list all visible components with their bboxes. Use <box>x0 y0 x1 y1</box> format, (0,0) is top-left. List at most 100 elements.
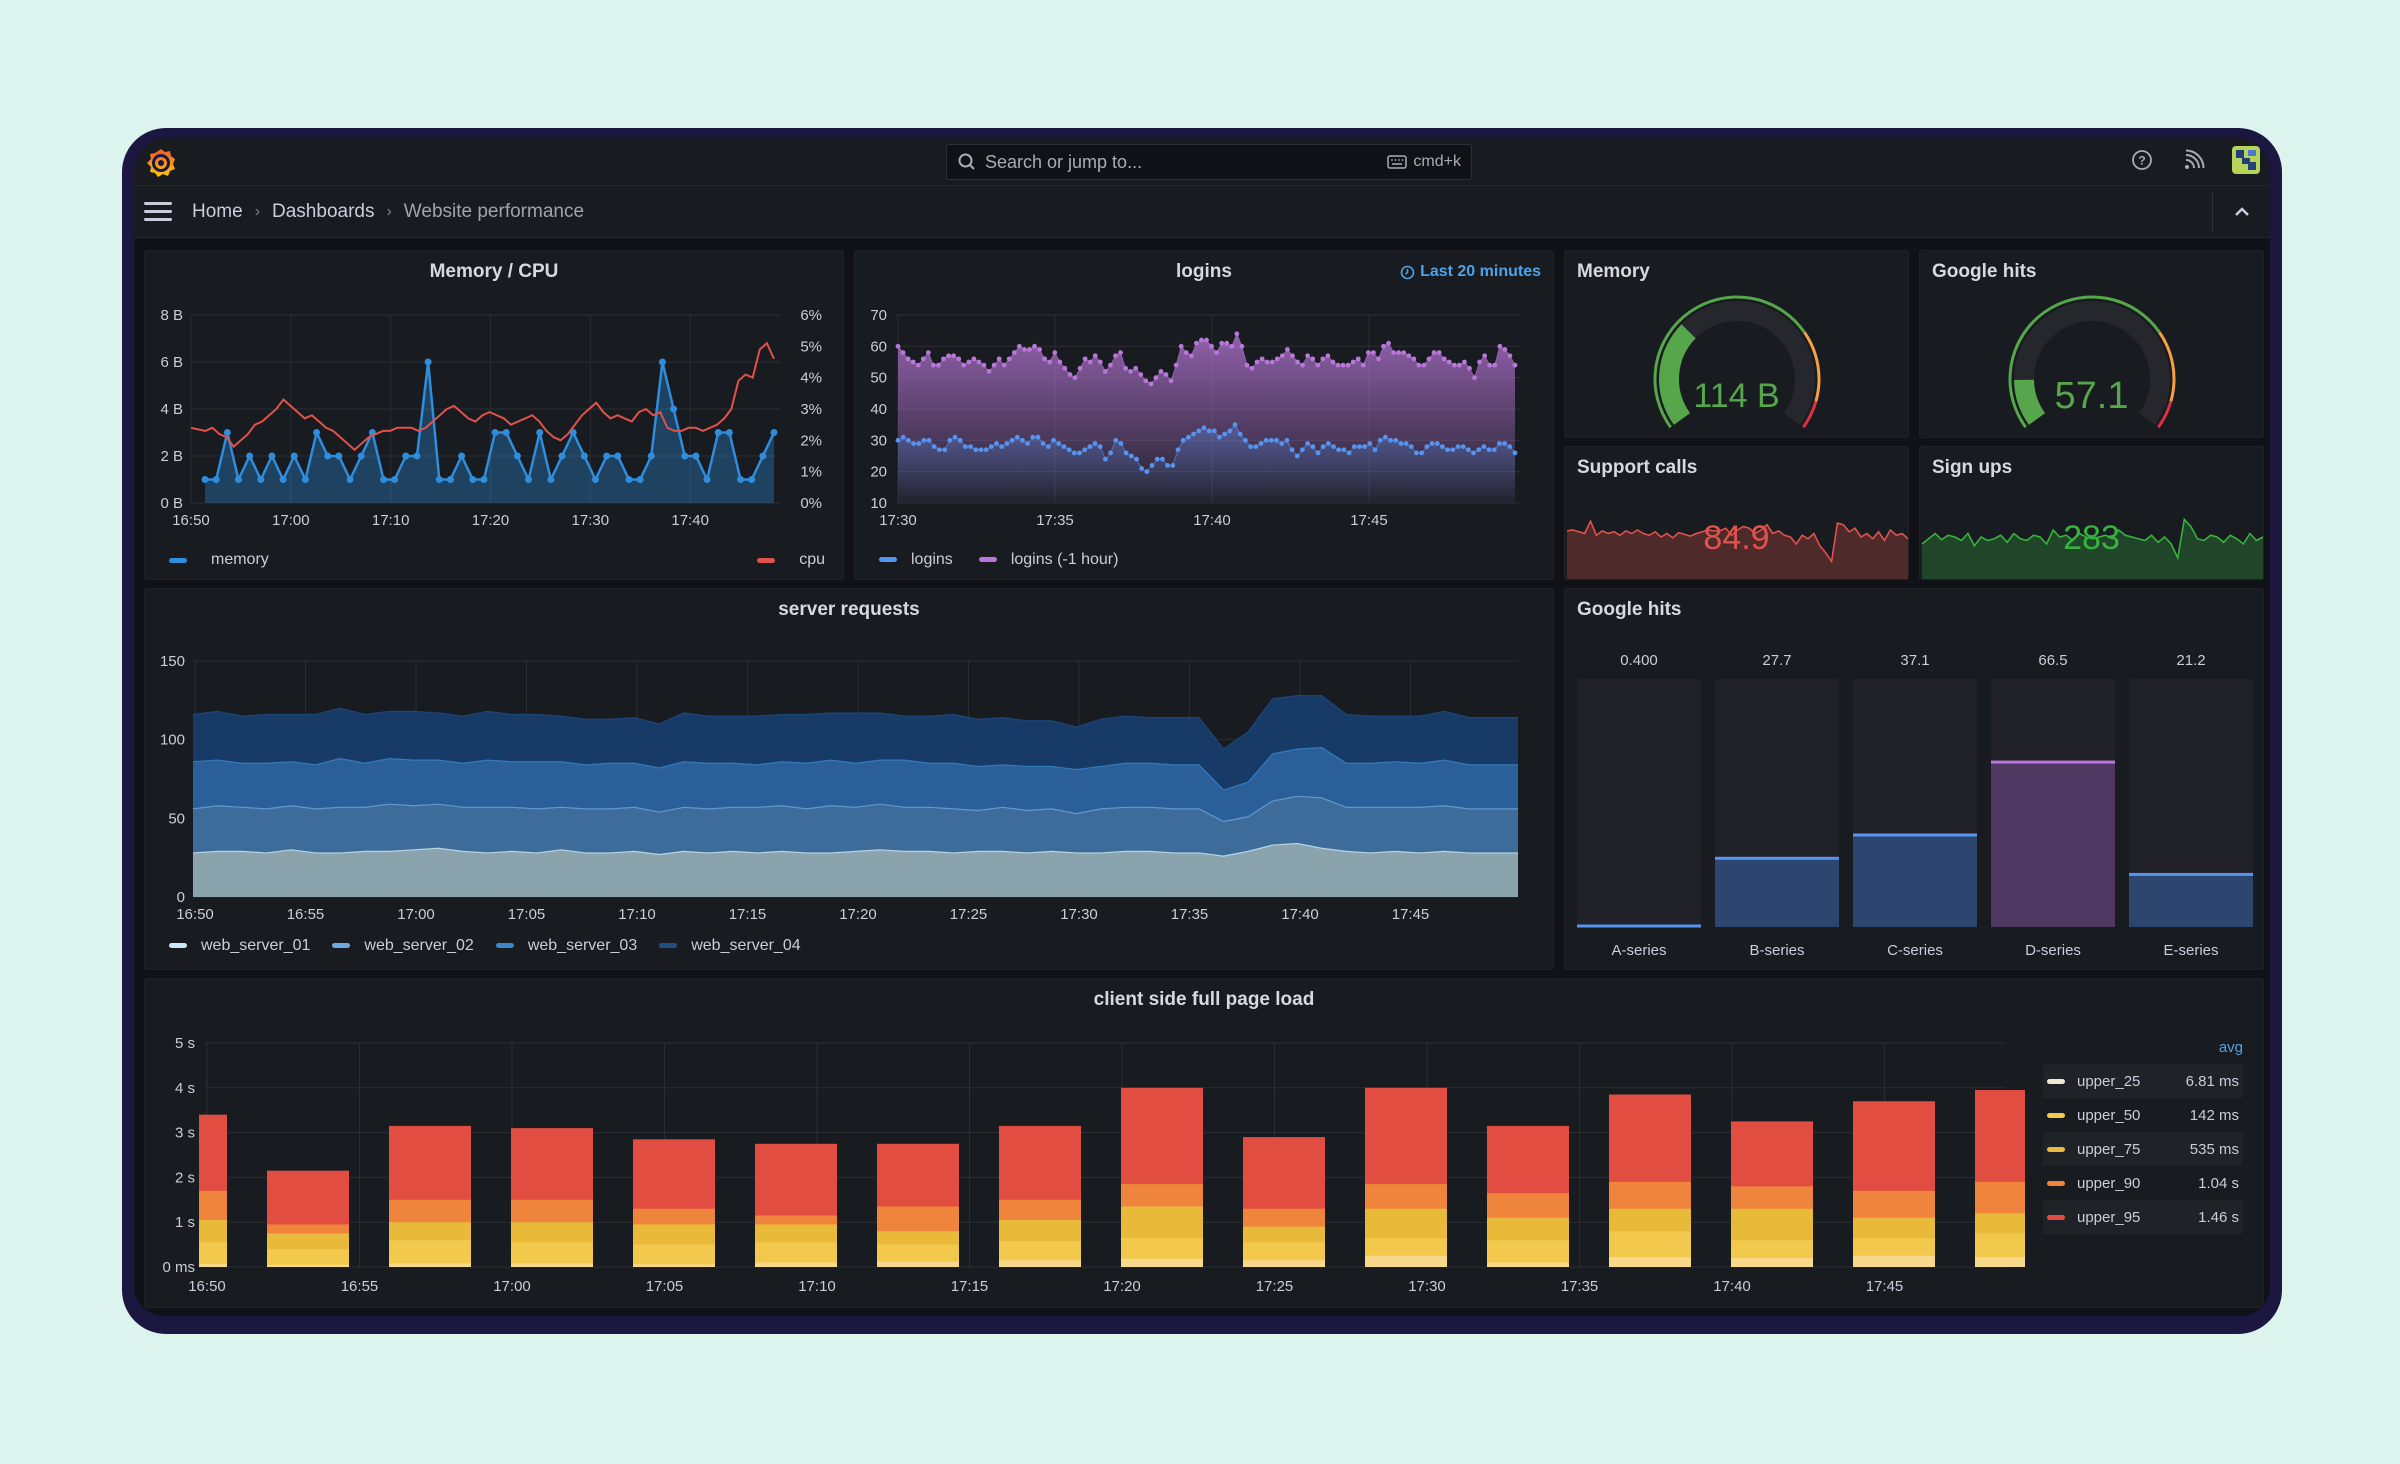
menu-icon[interactable] <box>144 198 172 226</box>
logins-1h-point <box>971 356 977 362</box>
panel-memory-gauge[interactable]: Memory 114 B <box>1564 250 1909 438</box>
upper_25-bar <box>267 1264 349 1267</box>
bar-cap <box>1991 760 2115 764</box>
legend-label: upper_75 <box>2077 1140 2141 1158</box>
logins-point <box>1087 444 1093 449</box>
logins-1h-point <box>1350 359 1356 365</box>
y-tick: 4 s <box>175 1080 195 1097</box>
logins-1h-point <box>1315 362 1321 368</box>
legend-row-upper-90[interactable]: upper_90 1.04 s <box>2043 1166 2243 1200</box>
logins-point <box>1128 453 1134 459</box>
legend-avg-value: 142 ms <box>2189 1106 2239 1124</box>
keyboard-icon <box>1387 155 1408 169</box>
y-tick: 20 <box>870 464 887 481</box>
legend-web-server-02[interactable]: web_server_02 <box>332 937 474 955</box>
logins-1h-point <box>1102 369 1108 374</box>
memory-point <box>681 452 689 460</box>
logins-1h-point <box>1310 356 1316 362</box>
logins-point <box>1341 447 1347 453</box>
logins-point <box>1434 441 1440 446</box>
help-icon[interactable]: ? <box>2128 146 2156 174</box>
memory-point <box>458 452 466 460</box>
logins-1h-point <box>1472 375 1477 381</box>
upper_25-bar <box>633 1264 715 1267</box>
panel-server-requests[interactable]: server requests 0 50 100 150 16:50 16:55 17:00… <box>144 588 1554 970</box>
y-tick: 100 <box>160 732 185 749</box>
logins-point <box>1481 444 1487 449</box>
news-feed-icon[interactable] <box>2180 146 2208 174</box>
y-tick: 1 s <box>175 1214 195 1231</box>
logins-1h-point <box>1462 359 1467 365</box>
y-tick: 40 <box>870 401 887 418</box>
legend-cpu[interactable]: cpu <box>757 551 825 569</box>
logins-1h-point <box>986 369 992 374</box>
logins-1h-point <box>895 343 901 349</box>
logins-point <box>968 444 973 449</box>
legend-logins-1h[interactable]: logins (-1 hour) <box>978 551 1118 569</box>
collapse-button[interactable] <box>2212 192 2270 232</box>
legend-row-upper-95[interactable]: upper_95 1.46 s <box>2043 1200 2243 1234</box>
bar-cap <box>1853 833 1977 837</box>
logins-point <box>1346 450 1352 456</box>
logins-1h-point <box>1108 362 1113 368</box>
logins-1h-point <box>1229 343 1235 349</box>
memory-point <box>591 476 599 483</box>
logins-point <box>957 437 963 443</box>
logins-point <box>921 437 927 443</box>
panel-google-hits-bars[interactable]: Google hits 0.400 A-series 27.7 B-series 37.… <box>1564 588 2264 970</box>
logins-1h-point <box>1178 343 1184 349</box>
logins-1h-point <box>1355 356 1361 362</box>
logins-point <box>1377 437 1383 443</box>
upper_25-bar <box>755 1262 837 1267</box>
panel-sign-ups[interactable]: Sign ups 283 <box>1919 446 2264 580</box>
logins-point <box>1382 434 1388 440</box>
logins-point <box>1139 466 1145 471</box>
logins-1h-point <box>956 356 962 362</box>
logins-point <box>1118 441 1124 446</box>
user-avatar-icon[interactable] <box>2232 146 2260 174</box>
panel-memory-cpu[interactable]: Memory / CPU 0 B2 B4 B6 B8 B 0% 1% 2% 3% 4% 5%… <box>144 250 844 580</box>
memory-point <box>502 429 510 436</box>
upper_25-bar <box>1853 1255 1935 1267</box>
logins-point <box>1497 441 1502 446</box>
legend-avg-header[interactable]: avg <box>2043 1039 2243 1056</box>
panel-support-calls[interactable]: Support calls 84.9 <box>1564 446 1909 580</box>
logins-point <box>1351 444 1357 449</box>
legend-row-upper-50[interactable]: upper_50 142 ms <box>2043 1098 2243 1132</box>
memory-point <box>558 452 566 460</box>
search-bar[interactable]: Search or jump to... cmd+k <box>946 144 1472 180</box>
logins-1h-point <box>1113 353 1118 359</box>
panel-page-load[interactable]: client side full page load 0 ms 1 s2 s3 s… <box>144 978 2264 1308</box>
logins-point <box>1222 431 1228 437</box>
bar-value: 37.1 <box>1900 652 1929 669</box>
panel-logins[interactable]: logins Last 20 minutes 10 20 30 40 50 60 70 17:… <box>854 250 1554 580</box>
legend-web-server-04[interactable]: web_server_04 <box>659 937 801 955</box>
bar-label: E-series <box>2163 942 2218 959</box>
logins-1h-point <box>1042 356 1048 362</box>
legend-web-server-03[interactable]: web_server_03 <box>495 937 638 955</box>
logins-point <box>931 444 937 449</box>
legend-memory[interactable]: memory <box>169 551 269 569</box>
logins-point <box>1263 437 1269 443</box>
google-hits-bar-gauge: 0.400 A-series 27.7 B-series 37.1 C-series 66.… <box>1577 652 2253 959</box>
memory-point <box>536 429 544 436</box>
legend-row-upper-75[interactable]: upper_75 535 ms <box>2043 1132 2243 1166</box>
breadcrumb-dashboards[interactable]: Dashboards <box>272 201 374 223</box>
bar-track <box>1577 679 1701 927</box>
logins-point <box>1408 444 1414 449</box>
y-right-tick: 0% <box>800 495 822 512</box>
breadcrumb-home[interactable]: Home <box>192 201 243 223</box>
legend-row-upper-25[interactable]: upper_25 6.81 ms <box>2043 1064 2243 1098</box>
logins-1h-point <box>1467 365 1472 371</box>
panel-google-hits-gauge[interactable]: Google hits 57.1 <box>1919 250 2264 438</box>
logins-point <box>1445 447 1450 453</box>
upper_50-bar <box>389 1240 471 1267</box>
y-tick: 0 <box>177 889 185 906</box>
legend-swatch <box>2047 1078 2065 1084</box>
grafana-logo-icon[interactable] <box>144 146 178 180</box>
legend-logins[interactable]: logins <box>879 551 953 569</box>
memory-point <box>346 476 354 483</box>
memory-point <box>279 476 287 483</box>
legend-web-server-01[interactable]: web_server_01 <box>169 937 310 955</box>
legend-label: web_server_03 <box>527 937 638 954</box>
